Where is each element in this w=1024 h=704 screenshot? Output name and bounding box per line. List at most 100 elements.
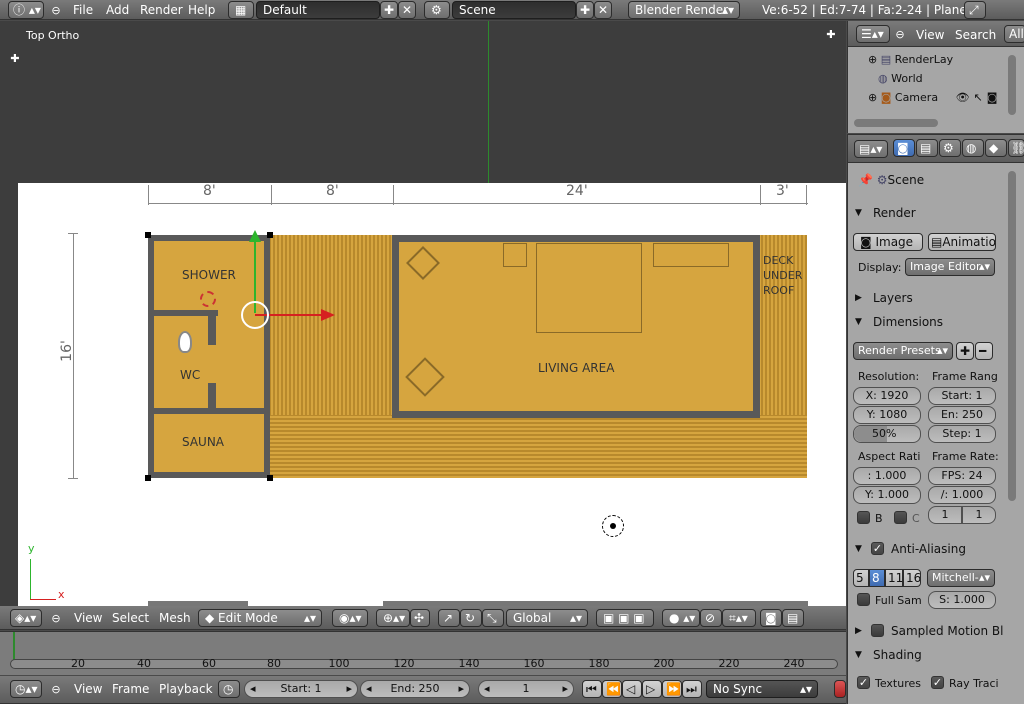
3d-viewport[interactable]: Top Ortho ✚ ✚ 8' 8' 24' 3' 16' SHOWER WC… <box>0 21 846 606</box>
play-button[interactable]: ▷ <box>642 680 662 698</box>
aa-samples-11[interactable]: 11 <box>885 569 903 587</box>
timeline-scrollbar[interactable] <box>10 659 838 669</box>
jump-end-button[interactable]: ⏭ <box>682 680 702 698</box>
aspect-x-field[interactable]: : 1.000 <box>853 467 921 485</box>
collapse-menu-icon[interactable]: ⊖ <box>50 680 62 698</box>
jump-keyframe-forward-button[interactable]: ⏩ <box>662 680 682 698</box>
render-image-button[interactable]: ◙ Image <box>853 233 923 251</box>
fps-base-field[interactable]: /: 1.000 <box>928 486 996 504</box>
add-layout-button[interactable]: ✚ <box>380 1 398 19</box>
crop-checkbox[interactable] <box>894 511 907 524</box>
region-toggle-icon[interactable]: ✚ <box>826 29 836 40</box>
rotate-manipulator-button[interactable]: ↻ <box>460 609 482 627</box>
shading-dropdown[interactable]: ◉▴▾ <box>332 609 368 627</box>
collapse-menu-icon[interactable]: ⊖ <box>50 609 62 627</box>
menu-playback[interactable]: Playback <box>159 680 213 698</box>
panel-header-anti-aliasing[interactable]: ▼ ✓ Anti-Aliasing <box>851 539 999 559</box>
tab-world[interactable]: ◍ <box>962 139 984 157</box>
menu-mesh[interactable]: Mesh <box>159 609 191 627</box>
manipulator-center[interactable] <box>241 301 269 329</box>
current-frame-field[interactable]: ◂ 1 ▸ <box>478 680 574 698</box>
preview-range-toggle[interactable]: ◷ <box>218 680 240 698</box>
time-remap-old-field[interactable]: 1 <box>928 506 962 524</box>
tab-scene[interactable]: ⚙ <box>939 139 961 157</box>
motion-blur-checkbox[interactable] <box>871 624 884 637</box>
menu-view[interactable]: View <box>74 680 102 698</box>
screen-layout-field[interactable]: Default <box>256 1 380 19</box>
aa-samples-5[interactable]: 5 <box>853 569 869 587</box>
manipulator-y-arrow-icon[interactable] <box>249 230 261 242</box>
mesh-vertex[interactable] <box>267 475 273 481</box>
expand-icon[interactable]: ⊕ <box>868 91 881 104</box>
properties-scrollbar[interactable] <box>1008 171 1016 501</box>
start-frame-field[interactable]: ◂ Start: 1 ▸ <box>244 680 358 698</box>
menu-help[interactable]: Help <box>188 1 215 19</box>
play-reverse-button[interactable]: ◁ <box>622 680 642 698</box>
panel-header-layers[interactable]: ▶ Layers <box>851 288 999 308</box>
resolution-x-field[interactable]: X: 1920 <box>853 387 921 405</box>
menu-add[interactable]: Add <box>106 1 129 19</box>
outliner-scrollbar[interactable] <box>1008 55 1016 115</box>
mode-dropdown[interactable]: ◆ Edit Mode ▴▾ <box>198 609 322 627</box>
menu-frame[interactable]: Frame <box>112 680 149 698</box>
translate-manipulator-button[interactable]: ↗ <box>438 609 460 627</box>
region-toggle-icon[interactable]: ✚ <box>10 53 20 64</box>
filter-size-field[interactable]: S: 1.000 <box>928 591 996 609</box>
panel-header-sampled-motion-blur[interactable]: ▶ Sampled Motion Blu <box>851 621 1003 641</box>
scene-field[interactable]: Scene <box>452 1 576 19</box>
pin-icon[interactable]: 📌 <box>858 173 877 187</box>
render-animation-button[interactable]: ▤Animation <box>928 233 996 251</box>
editor-type-button[interactable]: ⓘ ▴▾ <box>8 1 44 19</box>
render-engine-dropdown[interactable]: Blender Render ▴▾ <box>628 1 740 19</box>
frame-step-field[interactable]: Step: 1 <box>928 425 996 443</box>
collapse-menu-icon[interactable]: ⊖ <box>50 1 62 19</box>
menu-view[interactable]: View <box>74 609 102 627</box>
outliner-item[interactable]: ⊕ ▤ RenderLay <box>868 51 953 69</box>
display-dropdown[interactable]: Image Editor ▴▾ <box>905 258 995 276</box>
render-camera-icon[interactable]: ◙ <box>987 91 998 104</box>
add-preset-button[interactable]: ✚ <box>956 342 974 360</box>
border-checkbox[interactable] <box>857 511 870 524</box>
manipulator-x-arrow-icon[interactable] <box>321 309 335 321</box>
aa-samples-8[interactable]: 8 <box>869 569 885 587</box>
sync-mode-dropdown[interactable]: No Sync ▴▾ <box>706 680 818 698</box>
remove-scene-button[interactable]: ✕ <box>594 1 612 19</box>
fullscreen-button[interactable]: ⤢ <box>964 1 986 19</box>
tab-object[interactable]: ◆ <box>985 139 1007 157</box>
visibility-eye-icon[interactable]: 👁 <box>956 91 970 104</box>
outliner-item[interactable]: ◍ World <box>878 70 923 88</box>
expand-icon[interactable]: ⊕ <box>868 53 881 66</box>
display-filter-dropdown[interactable]: All <box>1004 25 1024 43</box>
mesh-vertex[interactable] <box>145 232 151 238</box>
tab-render-layers[interactable]: ▤ <box>916 139 938 157</box>
add-scene-button[interactable]: ✚ <box>576 1 594 19</box>
full-sample-checkbox[interactable] <box>857 593 870 606</box>
remove-layout-button[interactable]: ✕ <box>398 1 416 19</box>
mesh-vertex[interactable] <box>145 475 151 481</box>
menu-select[interactable]: Select <box>112 609 149 627</box>
snap-element-dropdown[interactable]: ⌗▴▾ <box>722 609 756 627</box>
outliner-h-scrollbar[interactable] <box>854 119 938 127</box>
auto-keyframe-button[interactable] <box>834 680 846 698</box>
render-opengl-button[interactable]: ◙ <box>760 609 782 627</box>
scale-manipulator-button[interactable]: ⤡ <box>482 609 504 627</box>
jump-keyframe-back-button[interactable]: ⏪ <box>602 680 622 698</box>
resolution-percentage-slider[interactable]: 50% <box>853 425 921 443</box>
scene-icon-button[interactable]: ⚙ <box>424 1 450 19</box>
editor-type-button[interactable]: ☰▴▾ <box>856 25 890 43</box>
remove-preset-button[interactable]: ━ <box>975 342 993 360</box>
frame-end-field[interactable]: En: 250 <box>928 406 996 424</box>
3d-cursor[interactable] <box>200 291 216 307</box>
editor-type-button[interactable]: ◷▴▾ <box>10 680 42 698</box>
outliner-item[interactable]: ⊕ ◙ Camera 👁 ↖ ◙ <box>868 89 997 107</box>
aa-filter-dropdown[interactable]: Mitchell- ▴▾ <box>927 569 995 587</box>
fps-field[interactable]: FPS: 24 <box>928 467 996 485</box>
transform-orientation-dropdown[interactable]: Global ▴▾ <box>506 609 588 627</box>
snap-toggle[interactable]: ⊘ <box>700 609 722 627</box>
mesh-vertex[interactable] <box>267 232 273 238</box>
proportional-edit-dropdown[interactable]: ● ▴▾ <box>662 609 700 627</box>
menu-view[interactable]: View <box>916 26 944 44</box>
tab-constraints[interactable]: ⛓ <box>1008 139 1024 157</box>
aa-samples-16[interactable]: 16 <box>903 569 921 587</box>
panel-header-shading[interactable]: ▼ Shading <box>851 645 999 665</box>
